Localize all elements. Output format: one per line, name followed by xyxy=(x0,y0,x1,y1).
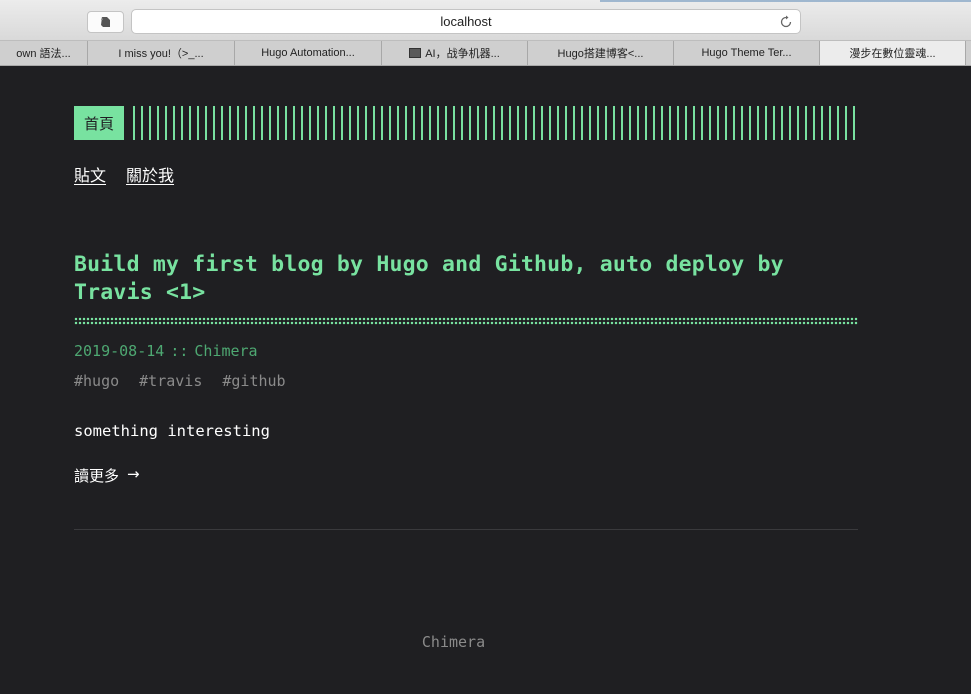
site-header: 首頁 xyxy=(74,106,858,140)
tab-label: Hugo搭建博客<... xyxy=(557,48,644,60)
footer-text: Chimera xyxy=(421,633,486,651)
post-author: Chimera xyxy=(194,342,258,360)
tag-github[interactable]: #github xyxy=(222,372,285,390)
main-menu: 貼文 關於我 xyxy=(74,162,858,186)
meta-separator: :: xyxy=(170,342,189,360)
tab-5[interactable]: Hugo搭建博客<... xyxy=(528,41,674,65)
logo-decoration xyxy=(133,106,858,140)
tab-1[interactable]: own 語法... xyxy=(0,41,88,65)
tab-strip: own 語法... I miss you!（>_... Hugo Automat… xyxy=(0,41,971,66)
toolbar-accent-line xyxy=(600,0,971,2)
tab-label: AI，战争机器... xyxy=(425,48,500,60)
tab-3[interactable]: Hugo Automation... xyxy=(235,41,382,65)
post-item: Build my first blog by Hugo and Github, … xyxy=(74,251,858,486)
menu-item-about[interactable]: 關於我 xyxy=(126,162,174,186)
tag-hugo[interactable]: #hugo xyxy=(74,372,119,390)
arrow-right-icon: → xyxy=(127,465,140,483)
tag-travis[interactable]: #travis xyxy=(139,372,202,390)
browser-toolbar: localhost xyxy=(0,0,971,41)
url-text: localhost xyxy=(440,14,492,29)
tab-4[interactable]: AI，战争机器... xyxy=(382,41,528,65)
extension-button[interactable] xyxy=(87,11,124,33)
menu-item-posts[interactable]: 貼文 xyxy=(74,162,106,186)
read-more-label: 讀更多 xyxy=(74,467,120,485)
post-summary: something interesting xyxy=(74,422,270,440)
post-meta: 2019-08-14:: Chimera xyxy=(74,342,858,360)
tab-2[interactable]: I miss you!（>_... xyxy=(88,41,235,65)
post-divider xyxy=(74,529,858,530)
post-tags: #hugo #travis #github xyxy=(74,372,858,390)
read-more-link[interactable]: 讀更多 → xyxy=(74,465,140,486)
post-title[interactable]: Build my first blog by Hugo and Github, … xyxy=(74,251,858,307)
post-date: 2019-08-14 xyxy=(74,342,165,360)
site-logo[interactable]: 首頁 xyxy=(74,106,125,140)
tab-label: own 語法... xyxy=(16,48,71,60)
tab-label: Hugo Theme Ter... xyxy=(701,47,792,59)
title-divider xyxy=(74,317,858,325)
address-bar[interactable]: localhost xyxy=(131,9,801,34)
tab-label: Hugo Automation... xyxy=(261,47,355,59)
evernote-icon xyxy=(100,17,110,27)
page-content: 首頁 貼文 關於我 Build my first blog by Hugo an… xyxy=(74,106,858,530)
tab-6[interactable]: Hugo Theme Ter... xyxy=(674,41,820,65)
tab-label: 漫步在數位靈魂... xyxy=(849,48,936,60)
reload-icon[interactable] xyxy=(778,14,794,30)
favicon-icon xyxy=(409,48,422,58)
tab-7-active[interactable]: 漫步在數位靈魂... xyxy=(820,41,966,65)
site-footer: Chimera xyxy=(0,633,907,651)
tab-label: I miss you!（>_... xyxy=(118,48,204,60)
